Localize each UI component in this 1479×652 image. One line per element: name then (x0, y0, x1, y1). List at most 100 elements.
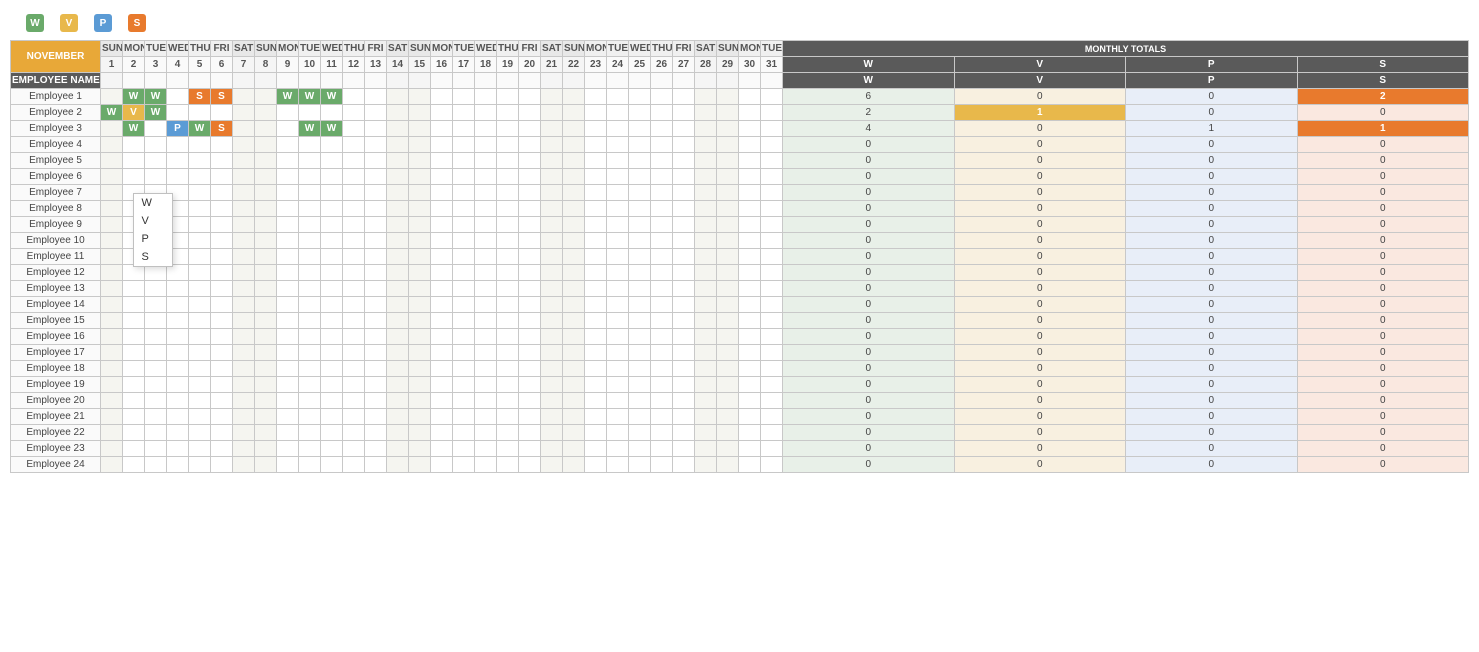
cell-23-1[interactable] (123, 457, 145, 473)
cell-13-10[interactable] (321, 297, 343, 313)
cell-12-28[interactable] (717, 281, 739, 297)
cell-18-23[interactable] (607, 377, 629, 393)
cell-15-10[interactable] (321, 329, 343, 345)
cell-13-7[interactable] (255, 297, 277, 313)
cell-3-6[interactable] (233, 137, 255, 153)
cell-5-19[interactable] (519, 169, 541, 185)
cell-11-26[interactable] (673, 265, 695, 281)
cell-16-13[interactable] (387, 345, 409, 361)
cell-22-3[interactable] (167, 441, 189, 457)
cell-8-27[interactable] (695, 217, 717, 233)
cell-16-17[interactable] (475, 345, 497, 361)
cell-14-13[interactable] (387, 313, 409, 329)
cell-6-25[interactable] (651, 185, 673, 201)
cell-15-26[interactable] (673, 329, 695, 345)
cell-17-23[interactable] (607, 361, 629, 377)
cell-2-16[interactable] (453, 121, 475, 137)
cell-1-14[interactable] (409, 105, 431, 121)
cell-1-29[interactable] (739, 105, 761, 121)
cell-18-6[interactable] (233, 377, 255, 393)
cell-1-4[interactable] (189, 105, 211, 121)
cell-6-20[interactable] (541, 185, 563, 201)
dropdown-option-V[interactable]: V (134, 212, 172, 230)
cell-1-3[interactable] (167, 105, 189, 121)
cell-13-9[interactable] (299, 297, 321, 313)
cell-4-12[interactable] (365, 153, 387, 169)
cell-20-21[interactable] (563, 409, 585, 425)
dropdown-option-W[interactable]: W (134, 194, 172, 212)
cell-17-29[interactable] (739, 361, 761, 377)
cell-2-2[interactable] (145, 121, 167, 137)
cell-21-26[interactable] (673, 425, 695, 441)
cell-16-10[interactable] (321, 345, 343, 361)
cell-13-14[interactable] (409, 297, 431, 313)
cell-21-29[interactable] (739, 425, 761, 441)
cell-7-27[interactable] (695, 201, 717, 217)
cell-3-8[interactable] (277, 137, 299, 153)
cell-16-11[interactable] (343, 345, 365, 361)
cell-15-28[interactable] (717, 329, 739, 345)
cell-1-9[interactable] (299, 105, 321, 121)
cell-21-13[interactable] (387, 425, 409, 441)
cell-16-15[interactable] (431, 345, 453, 361)
cell-6-19[interactable] (519, 185, 541, 201)
cell-15-15[interactable] (431, 329, 453, 345)
cell-3-0[interactable] (101, 137, 123, 153)
cell-20-8[interactable] (277, 409, 299, 425)
cell-13-6[interactable] (233, 297, 255, 313)
cell-6-10[interactable] (321, 185, 343, 201)
cell-19-6[interactable] (233, 393, 255, 409)
cell-16-19[interactable] (519, 345, 541, 361)
cell-3-29[interactable] (739, 137, 761, 153)
cell-12-11[interactable] (343, 281, 365, 297)
cell-18-13[interactable] (387, 377, 409, 393)
cell-17-9[interactable] (299, 361, 321, 377)
cell-22-11[interactable] (343, 441, 365, 457)
cell-0-8[interactable]: W (277, 89, 299, 105)
cell-20-0[interactable] (101, 409, 123, 425)
cell-19-3[interactable] (167, 393, 189, 409)
cell-3-20[interactable] (541, 137, 563, 153)
cell-22-21[interactable] (563, 441, 585, 457)
cell-21-4[interactable] (189, 425, 211, 441)
cell-1-26[interactable] (673, 105, 695, 121)
cell-5-2[interactable] (145, 169, 167, 185)
cell-11-21[interactable] (563, 265, 585, 281)
cell-9-13[interactable] (387, 233, 409, 249)
cell-2-10[interactable]: W (321, 121, 343, 137)
cell-20-25[interactable] (651, 409, 673, 425)
cell-6-9[interactable] (299, 185, 321, 201)
cell-1-20[interactable] (541, 105, 563, 121)
cell-23-20[interactable] (541, 457, 563, 473)
cell-10-4[interactable] (189, 249, 211, 265)
cell-11-23[interactable] (607, 265, 629, 281)
cell-8-5[interactable] (211, 217, 233, 233)
cell-19-24[interactable] (629, 393, 651, 409)
cell-16-28[interactable] (717, 345, 739, 361)
cell-12-16[interactable] (453, 281, 475, 297)
cell-4-10[interactable] (321, 153, 343, 169)
cell-23-19[interactable] (519, 457, 541, 473)
cell-3-27[interactable] (695, 137, 717, 153)
cell-18-12[interactable] (365, 377, 387, 393)
cell-13-21[interactable] (563, 297, 585, 313)
cell-1-6[interactable] (233, 105, 255, 121)
cell-8-10[interactable] (321, 217, 343, 233)
cell-21-18[interactable] (497, 425, 519, 441)
cell-0-10[interactable]: W (321, 89, 343, 105)
cell-2-29[interactable] (739, 121, 761, 137)
cell-22-28[interactable] (717, 441, 739, 457)
cell-14-9[interactable] (299, 313, 321, 329)
cell-16-25[interactable] (651, 345, 673, 361)
cell-0-5[interactable]: S (211, 89, 233, 105)
cell-8-9[interactable] (299, 217, 321, 233)
cell-8-21[interactable] (563, 217, 585, 233)
cell-1-21[interactable] (563, 105, 585, 121)
cell-2-8[interactable] (277, 121, 299, 137)
cell-22-4[interactable] (189, 441, 211, 457)
cell-13-0[interactable] (101, 297, 123, 313)
cell-22-8[interactable] (277, 441, 299, 457)
cell-18-27[interactable] (695, 377, 717, 393)
cell-8-8[interactable] (277, 217, 299, 233)
cell-3-28[interactable] (717, 137, 739, 153)
